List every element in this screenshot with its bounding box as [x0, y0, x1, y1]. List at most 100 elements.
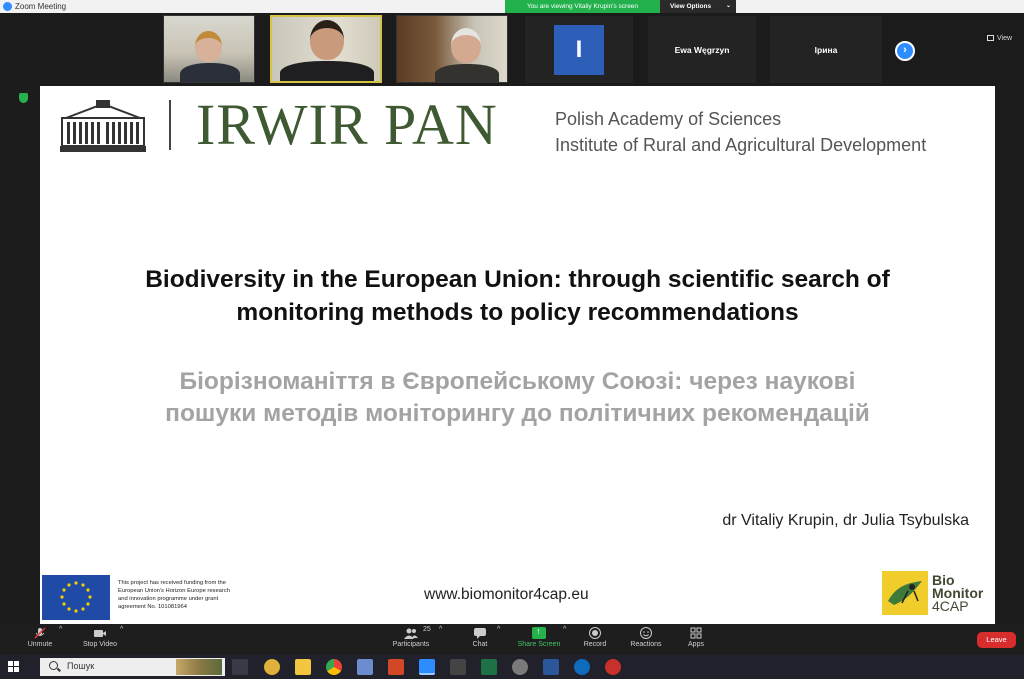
funding-line: agreement No. 101081964: [118, 604, 187, 610]
participant-name: Ewa Węgrzyn: [674, 45, 730, 55]
participant-body: [180, 63, 240, 82]
task-view-icon[interactable]: [232, 659, 248, 675]
share-screen-icon: ↑: [532, 626, 546, 639]
taskbar-app-icon[interactable]: [605, 659, 621, 675]
taskbar-search-box[interactable]: Пошук: [40, 658, 225, 676]
share-screen-label: Share Screen: [517, 641, 561, 648]
chevron-up-icon[interactable]: ^: [439, 626, 442, 633]
org-line-1: Polish Academy of Sciences: [555, 109, 782, 129]
next-participants-button[interactable]: ›: [895, 41, 915, 61]
title-en-line-2: monitoring methods to policy recommendat…: [236, 299, 799, 326]
unmute-label: Unmute: [27, 641, 53, 648]
powerpoint-icon[interactable]: [388, 659, 404, 675]
viewing-screen-banner: You are viewing Vitaliy Krupin's screen: [505, 0, 660, 13]
participant-avatar-tile[interactable]: I: [525, 16, 633, 83]
project-url: www.biomonitor4cap.eu: [424, 586, 589, 603]
participants-label: Participants: [392, 641, 430, 648]
chrome-icon[interactable]: [326, 659, 342, 675]
organization-name: Polish Academy of Sciences Institute of …: [555, 106, 926, 158]
participant-video-tile[interactable]: [396, 15, 508, 83]
microphone-muted-icon: [34, 627, 46, 639]
participant-name-tile[interactable]: Ірина: [770, 16, 882, 83]
search-icon: [49, 661, 58, 670]
smiley-icon: [640, 627, 652, 639]
stop-video-label: Stop Video: [82, 641, 118, 648]
title-bar: Zoom Meeting You are viewing Vitaliy Kru…: [0, 0, 1024, 13]
participants-button[interactable]: 25 Participants: [386, 626, 436, 648]
taskbar-app-icon[interactable]: [512, 659, 528, 675]
grid-icon: [987, 35, 994, 41]
apps-label: Apps: [688, 641, 704, 648]
biomonitor-logo-text: Bio Monitor 4CAP: [932, 573, 983, 614]
meeting-toolbar: Unmute ^ Stop Video ^ 25 Participants ^ …: [0, 624, 1024, 655]
apps-grid-icon: [690, 627, 702, 639]
record-icon: [589, 627, 601, 639]
encryption-shield-icon[interactable]: [19, 93, 28, 103]
share-screen-button[interactable]: ↑ Share Screen: [514, 626, 564, 648]
institute-building-icon: [60, 100, 146, 152]
windows-taskbar: Пошук: [0, 655, 1024, 679]
search-highlight-image: [176, 659, 222, 675]
chevron-up-icon[interactable]: ^: [563, 626, 566, 633]
zoom-taskbar-icon[interactable]: [419, 659, 435, 675]
participants-count: 25: [423, 626, 431, 633]
title-ua-line-2: пошуки методів моніторингу до політичних…: [165, 400, 870, 427]
file-explorer-icon[interactable]: [295, 659, 311, 675]
participant-video-tile[interactable]: [163, 15, 255, 83]
participant-name: Ірина: [814, 45, 838, 55]
slide-title-english: Biodiversity in the European Union: thro…: [40, 263, 995, 329]
eu-flag-icon: [42, 575, 110, 620]
bm-line: 4CAP: [932, 598, 969, 614]
org-line-2: Institute of Rural and Agricultural Deve…: [555, 135, 927, 155]
avatar-initial: I: [554, 25, 604, 75]
taskbar-app-icon[interactable]: [264, 659, 280, 675]
search-placeholder: Пошук: [67, 661, 95, 671]
chevron-up-icon[interactable]: ^: [497, 626, 500, 633]
funding-notice: This project has received funding from t…: [118, 579, 278, 611]
funding-line: European Union's Horizon Europe research: [118, 588, 230, 594]
taskbar-app-icon[interactable]: [574, 659, 590, 675]
chat-label: Chat: [472, 641, 488, 648]
reactions-button[interactable]: Reactions: [626, 626, 666, 648]
irwir-logo-text: IRWIR PAN: [196, 92, 498, 157]
view-options-label: View Options: [670, 3, 712, 10]
participant-name-tile[interactable]: Ewa Węgrzyn: [648, 16, 756, 83]
participant-video-tile-active[interactable]: [270, 15, 382, 83]
chevron-down-icon: ⌄: [725, 3, 731, 9]
title-ua-line-1: Біорізноманіття в Європейському Союзі: ч…: [179, 368, 856, 395]
unmute-button[interactable]: Unmute: [22, 626, 58, 648]
view-button[interactable]: View: [987, 35, 1012, 42]
record-button[interactable]: Record: [580, 626, 610, 648]
funding-line: and innovation programme under grant: [118, 596, 219, 602]
chevron-right-icon: ›: [903, 44, 907, 56]
title-en-line-1: Biodiversity in the European Union: thro…: [145, 266, 890, 293]
taskbar-app-icon[interactable]: [450, 659, 466, 675]
participant-face: [451, 28, 481, 63]
funding-line: This project has received funding from t…: [118, 580, 226, 586]
biomonitor-logo-icon: [882, 571, 928, 615]
word-icon[interactable]: [543, 659, 559, 675]
windows-start-icon[interactable]: [8, 661, 20, 673]
participant-face: [310, 20, 344, 60]
participant-body: [280, 61, 374, 81]
zoom-meeting-window: Zoom Meeting You are viewing Vitaliy Kru…: [0, 0, 1024, 679]
taskbar-app-icon[interactable]: [357, 659, 373, 675]
chat-bubble-icon: [474, 628, 486, 639]
window-title: Zoom Meeting: [15, 2, 67, 11]
apps-button[interactable]: Apps: [682, 626, 710, 648]
chevron-up-icon[interactable]: ^: [120, 626, 123, 633]
excel-icon[interactable]: [481, 659, 497, 675]
participants-icon: 25: [404, 626, 431, 639]
slide-authors: dr Vitaliy Krupin, dr Julia Tsybulska: [722, 512, 969, 529]
participant-face: [195, 31, 222, 62]
view-options-button[interactable]: View Options ⌄: [660, 0, 736, 13]
stop-video-button[interactable]: Stop Video: [78, 626, 122, 648]
view-label: View: [997, 35, 1013, 42]
reactions-label: Reactions: [630, 641, 662, 648]
slide-title-ukrainian: Біорізноманіття в Європейському Союзі: ч…: [40, 366, 995, 430]
chat-button[interactable]: Chat: [465, 626, 495, 648]
logo-divider: [169, 100, 171, 150]
shared-screen-slide: IRWIR PAN Polish Academy of Sciences Ins…: [40, 86, 995, 624]
leave-button[interactable]: Leave: [977, 632, 1016, 648]
chevron-up-icon[interactable]: ^: [59, 626, 62, 633]
